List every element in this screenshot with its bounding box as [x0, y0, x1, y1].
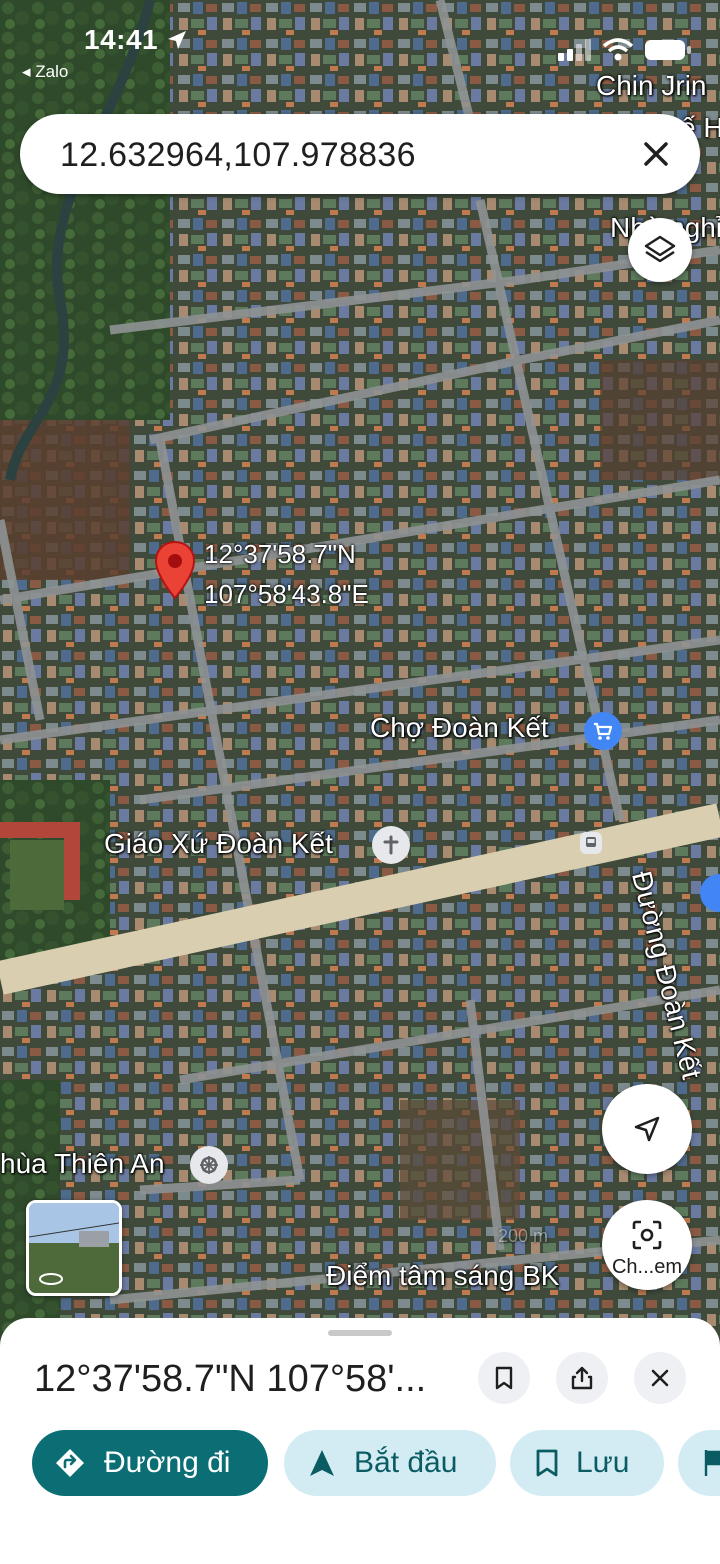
directions-icon	[56, 1449, 84, 1477]
share-button[interactable]	[556, 1352, 608, 1404]
layers-icon	[644, 235, 676, 263]
close-sheet-button[interactable]	[634, 1352, 686, 1404]
close-icon	[651, 1369, 669, 1387]
back-to-app-link[interactable]: ◂ Zalo	[22, 62, 68, 82]
system-icons	[558, 38, 692, 62]
shopping-cart-icon[interactable]	[584, 712, 622, 750]
directions-chip[interactable]: Đường đi	[32, 1430, 268, 1496]
location-arrow-icon	[168, 31, 187, 49]
close-icon	[644, 142, 668, 166]
save-label: Lưu	[576, 1446, 630, 1479]
battery-icon	[645, 40, 691, 60]
bookmark-icon	[536, 1449, 558, 1477]
more-chip[interactable]	[678, 1430, 720, 1496]
lens-button[interactable]: Ch...em	[602, 1200, 692, 1290]
map-pin-icon	[154, 540, 196, 600]
pin-coordinate-label: 12°37'58.7"N 107°58'43.8"E	[204, 534, 369, 614]
camera-lens-icon	[632, 1220, 662, 1250]
bookmark-icon	[495, 1366, 513, 1390]
pin-longitude: 107°58'43.8"E	[204, 579, 369, 609]
place-bottom-sheet[interactable]: 12°37'58.7"N 107°58'... Đường đi Bắt đầu…	[0, 1318, 720, 1564]
start-chip[interactable]: Bắt đầu	[284, 1430, 496, 1496]
action-chips: Đường đi Bắt đầu Lưu	[32, 1430, 720, 1496]
church-cross-icon[interactable]	[372, 826, 410, 864]
save-chip[interactable]: Lưu	[510, 1430, 664, 1496]
bus-stop-icon[interactable]	[580, 832, 602, 854]
navigation-arrow-icon	[634, 1116, 660, 1142]
map-scale-label: 200 m	[498, 1226, 549, 1246]
poi-label-market[interactable]: Chợ Đoàn Kết	[370, 712, 549, 744]
poi-label-breakfast[interactable]: Điểm tâm sáng BK	[326, 1260, 559, 1292]
bookmark-button[interactable]	[478, 1352, 530, 1404]
status-time: 14:41	[84, 24, 188, 56]
map-label-chin-jrin[interactable]: Chin Jrin	[596, 70, 706, 102]
navigation-start-icon	[310, 1450, 334, 1476]
search-input[interactable]: 12.632964,107.978836	[60, 136, 416, 175]
clear-search-button[interactable]	[634, 132, 678, 176]
lens-label: Ch...em	[611, 1256, 683, 1278]
poi-label-temple[interactable]: hùa Thiên An	[0, 1148, 165, 1180]
my-location-button[interactable]	[602, 1084, 692, 1174]
search-bar[interactable]: 12.632964,107.978836	[20, 114, 700, 194]
street-view-360-icon	[39, 1273, 63, 1285]
start-label: Bắt đầu	[354, 1446, 458, 1479]
layers-button[interactable]	[628, 218, 692, 282]
dropped-pin-marker[interactable]	[154, 540, 196, 602]
wifi-icon	[602, 38, 634, 61]
share-icon	[571, 1366, 593, 1390]
directions-label: Đường đi	[104, 1446, 231, 1479]
street-view-thumbnail[interactable]	[26, 1200, 122, 1296]
pin-latitude: 12°37'58.7"N	[204, 539, 356, 569]
sheet-drag-handle[interactable]	[328, 1330, 392, 1336]
signal-icon	[558, 39, 591, 61]
flag-icon	[704, 1450, 720, 1476]
temple-wheel-icon[interactable]	[190, 1146, 228, 1184]
poi-label-church[interactable]: Giáo Xứ Đoàn Kết	[104, 828, 333, 860]
place-title: 12°37'58.7"N 107°58'...	[34, 1358, 427, 1400]
